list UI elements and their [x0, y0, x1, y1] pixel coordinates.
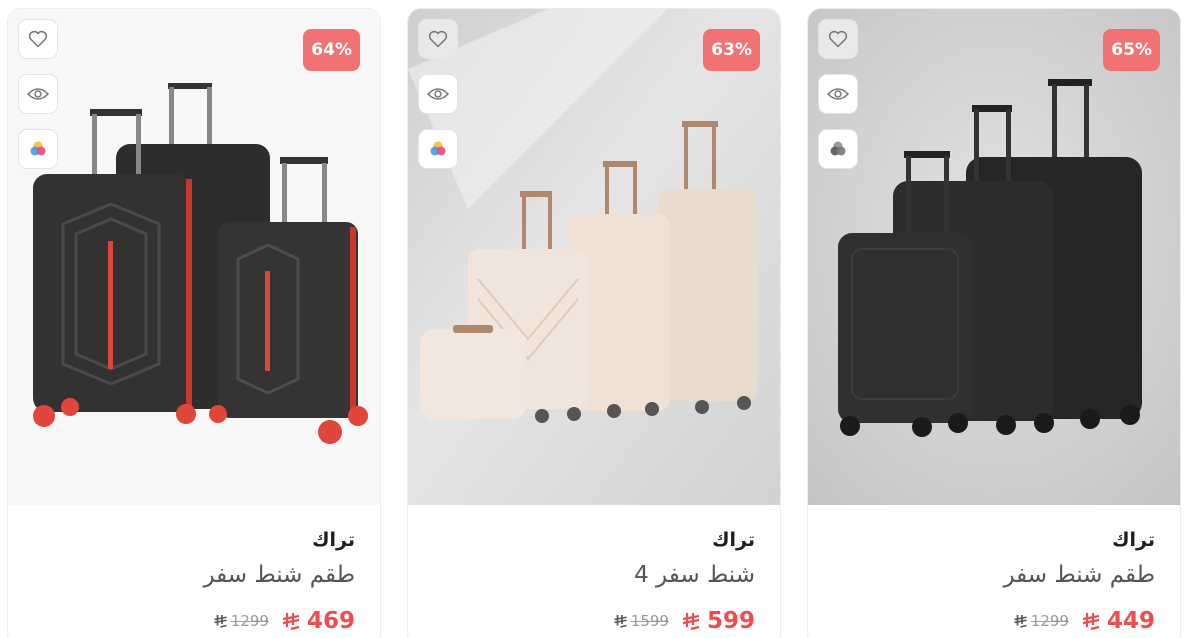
product-info: تراك شنط سفر 4 599 1599	[408, 505, 780, 636]
eye-icon	[27, 88, 49, 100]
card-tools	[418, 19, 458, 169]
riyal-symbol-icon	[682, 613, 700, 630]
riyal-symbol-icon	[214, 615, 227, 628]
color-palette-icon	[830, 141, 846, 156]
riyal-symbol-icon	[282, 613, 300, 630]
product-info: تراك طقم شنط سفر 469 1299	[8, 505, 380, 636]
card-tools	[818, 19, 858, 169]
price-row: 469 1299	[33, 606, 355, 636]
heart-icon	[828, 30, 848, 48]
current-price: 469	[281, 608, 355, 634]
current-price-value: 469	[306, 608, 355, 634]
discount-badge: 65%	[1103, 29, 1160, 71]
quick-view-button[interactable]	[818, 74, 858, 114]
product-info: تراك طقم شنط سفر 449 1299	[808, 505, 1180, 636]
price-row: 599 1599	[433, 606, 755, 636]
riyal-symbol-icon	[614, 615, 627, 628]
product-brand[interactable]: تراك	[433, 529, 755, 555]
product-card[interactable]: 64% تراك طقم شنط سفر 469 1299	[7, 8, 381, 638]
color-options-button[interactable]	[818, 129, 858, 169]
product-card[interactable]: 63% تراك شنط سفر 4 599 1599	[407, 8, 781, 638]
eye-icon	[427, 88, 449, 100]
product-title[interactable]: طقم شنط سفر	[33, 562, 355, 596]
product-image[interactable]	[8, 9, 380, 505]
product-brand[interactable]: تراك	[33, 529, 355, 555]
discount-badge: 63%	[703, 29, 760, 71]
price-row: 449 1299	[833, 606, 1155, 636]
quick-view-button[interactable]	[418, 74, 458, 114]
quick-view-button[interactable]	[18, 74, 58, 114]
color-options-button[interactable]	[418, 129, 458, 169]
wishlist-button[interactable]	[818, 19, 858, 59]
product-grid: 64% تراك طقم شنط سفر 469 1299 63% تراك ش…	[0, 0, 1200, 638]
current-price-value: 449	[1106, 608, 1155, 634]
old-price-value: 1299	[1030, 612, 1069, 630]
old-price: 1299	[1013, 612, 1069, 630]
old-price-value: 1599	[630, 612, 669, 630]
old-price-value: 1299	[230, 612, 269, 630]
color-palette-icon	[430, 141, 446, 156]
product-title[interactable]: طقم شنط سفر	[833, 562, 1155, 596]
wishlist-button[interactable]	[18, 19, 58, 59]
old-price: 1599	[613, 612, 669, 630]
product-card[interactable]: 65% تراك طقم شنط سفر 449 1299	[807, 8, 1181, 638]
product-brand[interactable]: تراك	[833, 529, 1155, 555]
eye-icon	[827, 88, 849, 100]
riyal-symbol-icon	[1082, 613, 1100, 630]
heart-icon	[428, 30, 448, 48]
wishlist-button[interactable]	[418, 19, 458, 59]
current-price-value: 599	[706, 608, 755, 634]
card-tools	[18, 19, 58, 169]
product-image[interactable]	[808, 9, 1180, 505]
current-price: 449	[1081, 608, 1155, 634]
color-palette-icon	[30, 141, 46, 156]
heart-icon	[28, 30, 48, 48]
color-options-button[interactable]	[18, 129, 58, 169]
product-image[interactable]	[408, 9, 780, 505]
product-title[interactable]: شنط سفر 4	[433, 562, 755, 596]
old-price: 1299	[213, 612, 269, 630]
riyal-symbol-icon	[1014, 615, 1027, 628]
discount-badge: 64%	[303, 29, 360, 71]
current-price: 599	[681, 608, 755, 634]
